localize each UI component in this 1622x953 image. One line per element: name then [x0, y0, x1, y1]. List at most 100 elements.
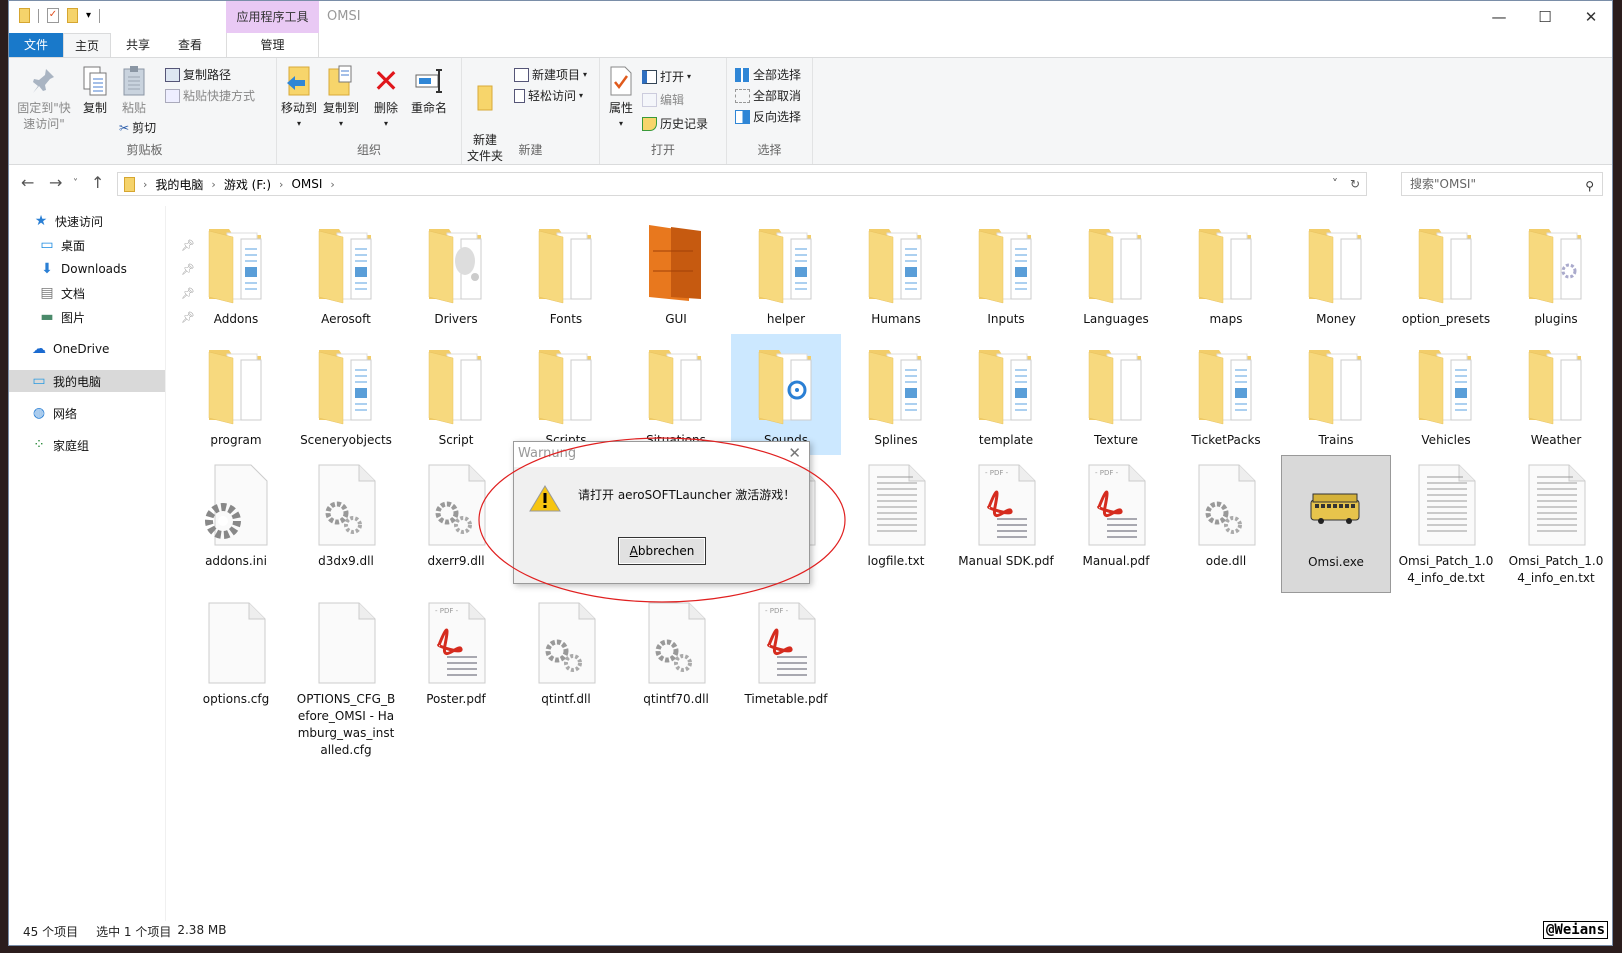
folder-item[interactable]: Aerosoft [291, 213, 401, 334]
delete-button[interactable]: ✕ 删除 ▾ [369, 64, 403, 132]
file-item[interactable]: OPTIONS_CFG_Before_OMSI - Hamburg_was_in… [291, 593, 401, 765]
easy-access-button[interactable]: 轻松访问 ▾ [514, 87, 583, 104]
maximize-button[interactable]: ☐ [1522, 5, 1568, 29]
customize-dropdown-icon[interactable]: ▾ [86, 10, 91, 21]
file-item[interactable]: d3dx9.dll [291, 455, 401, 593]
file-item[interactable]: ode.dll [1171, 455, 1281, 593]
file-item[interactable]: Omsi_Patch_1.04_info_en.txt [1501, 455, 1611, 593]
nav-item[interactable]: ◍ 网络 [31, 402, 77, 424]
tab-manage[interactable]: 管理 [226, 33, 319, 57]
address-dropdown-icon[interactable]: ˅ [1332, 177, 1338, 191]
new-item-button[interactable]: 新建项目 ▾ [514, 66, 587, 83]
tab-share[interactable]: 共享 [113, 33, 163, 57]
paste-button[interactable]: 粘贴 [117, 64, 151, 116]
file-item[interactable]: - PDF - Poster.pdf [401, 593, 511, 765]
folder-item[interactable]: Situations [621, 334, 731, 455]
file-item[interactable]: Omsi.exe [1281, 455, 1391, 593]
folder-item[interactable]: GUI [621, 213, 731, 334]
nav-item[interactable]: ☁ OneDrive [31, 338, 109, 360]
select-all-button[interactable]: 全部选择 [735, 66, 801, 83]
close-button[interactable]: ✕ [1568, 5, 1614, 29]
history-label: 历史记录 [660, 117, 709, 131]
nav-item[interactable]: ▭ 我的电脑 [9, 370, 165, 392]
tab-home[interactable]: 主页 [63, 33, 111, 57]
search-input[interactable]: 搜索"OMSI" ⚲ [1401, 172, 1603, 196]
folder-item[interactable]: plugins [1501, 213, 1611, 334]
file-item[interactable]: - PDF - Manual SDK.pdf [951, 455, 1061, 593]
file-item[interactable]: qtintf.dll [511, 593, 621, 765]
folder-item[interactable]: maps [1171, 213, 1281, 334]
nav-item[interactable]: ⁘ 家庭组 [31, 434, 89, 456]
open-button[interactable]: 打开 ▾ [642, 68, 691, 85]
chevron-right-icon[interactable]: › [143, 178, 147, 191]
folder-item[interactable]: Drivers [401, 213, 511, 334]
folder-item[interactable]: template [951, 334, 1061, 455]
copy-button[interactable]: 复制 [77, 64, 113, 116]
folder-item[interactable]: Humans [841, 213, 951, 334]
cancel-button[interactable]: Abbrechen [618, 537, 706, 565]
nav-item[interactable]: ▤ 文档 📌︎ [39, 282, 195, 304]
folder-item[interactable]: Languages [1061, 213, 1171, 334]
chevron-right-icon[interactable]: › [211, 178, 215, 191]
move-to-button[interactable]: 移动到 ▾ [279, 64, 319, 132]
folder-item[interactable]: helper [731, 213, 841, 334]
nav-item[interactable]: ★ 快速访问 [33, 210, 103, 232]
rename-button[interactable]: 重命名 [407, 64, 451, 116]
select-none-button[interactable]: 全部取消 [735, 87, 801, 104]
edit-button[interactable]: 编辑 [642, 91, 684, 108]
tab-view[interactable]: 查看 [165, 33, 215, 57]
folder-item[interactable]: Sounds [731, 334, 841, 455]
folder-item[interactable]: Weather [1501, 334, 1611, 455]
history-button[interactable]: 历史记录 [642, 115, 708, 132]
folder-item[interactable]: option_presets [1391, 213, 1501, 334]
address-bar[interactable]: › 我的电脑 › 游戏 (F:) › OMSI › ˅ ↻ [117, 172, 1367, 196]
pin-quick-access-button[interactable]: 固定到"快速访问" [15, 64, 73, 132]
folder-item[interactable]: Texture [1061, 334, 1171, 455]
new-folder-icon[interactable] [67, 8, 78, 23]
nav-item[interactable]: ⬇ Downloads 📌︎ [39, 258, 195, 280]
folder-icon[interactable] [19, 8, 30, 23]
breadcrumb-this-pc[interactable]: 我的电脑 [155, 176, 203, 193]
folder-item[interactable]: Money [1281, 213, 1391, 334]
file-item[interactable]: addons.ini [181, 455, 291, 593]
folder-item[interactable]: Trains [1281, 334, 1391, 455]
paste-shortcut-button[interactable]: 粘贴快捷方式 [165, 87, 255, 104]
recent-locations-chevron-icon[interactable]: ˅ [73, 178, 78, 189]
file-item[interactable]: qtintf70.dll [621, 593, 731, 765]
breadcrumb-drive[interactable]: 游戏 (F:) [224, 176, 271, 193]
file-item[interactable]: - PDF - Timetable.pdf [731, 593, 841, 765]
file-item[interactable]: dxerr9.dll [401, 455, 511, 593]
folder-item[interactable]: TicketPacks [1171, 334, 1281, 455]
breadcrumb-omsi[interactable]: OMSI [291, 177, 322, 191]
folder-item[interactable]: Splines [841, 334, 951, 455]
tab-file[interactable]: 文件 [9, 33, 63, 57]
copy-to-button[interactable]: 复制到 ▾ [321, 64, 361, 132]
folder-item[interactable]: Scripts [511, 334, 621, 455]
chevron-right-icon[interactable]: › [330, 178, 334, 191]
minimize-button[interactable]: — [1476, 5, 1522, 29]
chevron-right-icon[interactable]: › [279, 178, 283, 191]
properties-button[interactable]: 属性 ▾ [604, 64, 638, 132]
file-item[interactable]: logfile.txt [841, 455, 951, 593]
nav-item[interactable]: ▭ 桌面 📌︎ [39, 234, 195, 256]
refresh-icon[interactable]: ↻ [1350, 177, 1360, 191]
folder-item[interactable]: Addons [181, 213, 291, 334]
file-item[interactable]: options.cfg [181, 593, 291, 765]
invert-selection-button[interactable]: 反向选择 [735, 108, 801, 125]
nav-item[interactable]: ▬ 图片 📌︎ [39, 306, 195, 328]
back-button[interactable]: ← [21, 173, 34, 192]
copy-path-button[interactable]: 复制路径 [165, 66, 231, 83]
folder-item[interactable]: Fonts [511, 213, 621, 334]
forward-button[interactable]: → [49, 173, 62, 192]
up-button[interactable]: ↑ [91, 173, 104, 192]
folder-item[interactable]: Script [401, 334, 511, 455]
file-item[interactable]: Omsi_Patch_1.04_info_de.txt [1391, 455, 1501, 593]
folder-item[interactable]: Vehicles [1391, 334, 1501, 455]
dialog-close-button[interactable]: ✕ [788, 442, 801, 465]
properties-icon[interactable]: ✓ [47, 8, 59, 23]
folder-item[interactable]: Sceneryobjects [291, 334, 401, 455]
file-item[interactable]: - PDF - Manual.pdf [1061, 455, 1171, 593]
cut-button[interactable]: ✂ 剪切 [119, 119, 156, 136]
folder-item[interactable]: Inputs [951, 213, 1061, 334]
folder-item[interactable]: program [181, 334, 291, 455]
